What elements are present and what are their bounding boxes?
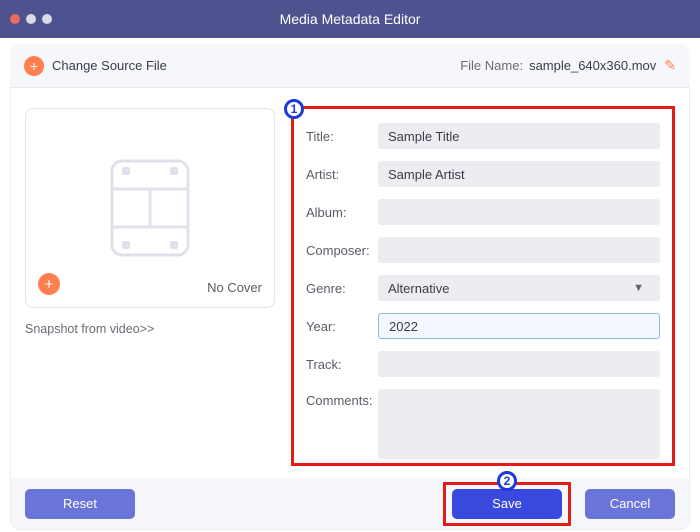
chevron-down-icon: ▼	[633, 282, 644, 294]
change-source-plus-icon[interactable]: +	[24, 56, 44, 76]
cover-placeholder-icon	[100, 153, 200, 263]
cover-art-box[interactable]: + No Cover	[25, 108, 275, 308]
genre-label: Genre:	[306, 281, 378, 296]
maximize-window-icon[interactable]	[42, 14, 52, 24]
composer-label: Composer:	[306, 243, 378, 258]
save-button-highlight: 2 Save	[443, 482, 571, 526]
title-bar: Media Metadata Editor	[0, 0, 700, 38]
content-area: + No Cover Snapshot from video>> 1 Title…	[10, 88, 690, 478]
save-button[interactable]: Save	[452, 489, 562, 519]
track-field[interactable]	[378, 351, 660, 377]
reset-button[interactable]: Reset	[25, 489, 135, 519]
comments-field[interactable]	[378, 389, 660, 459]
year-label: Year:	[306, 319, 378, 334]
album-label: Album:	[306, 205, 378, 220]
cancel-button[interactable]: Cancel	[585, 489, 675, 519]
title-field[interactable]	[378, 123, 660, 149]
metadata-fields-highlight: 1 Title: Artist: Album: Composer: Genre:	[291, 106, 675, 466]
change-source-button[interactable]: Change Source File	[52, 58, 167, 73]
file-name-value: sample_640x360.mov	[529, 58, 656, 73]
artist-field[interactable]	[378, 161, 660, 187]
no-cover-label: No Cover	[207, 280, 262, 295]
callout-1-marker: 1	[284, 99, 304, 119]
minimize-window-icon[interactable]	[26, 14, 36, 24]
window-title: Media Metadata Editor	[280, 11, 421, 27]
title-label: Title:	[306, 129, 378, 144]
comments-label: Comments:	[306, 389, 378, 408]
genre-value: Alternative	[388, 281, 449, 296]
callout-2-marker: 2	[497, 471, 517, 491]
genre-select[interactable]: Alternative ▼	[378, 275, 660, 301]
year-field[interactable]	[378, 313, 660, 339]
metadata-panel: 1 Title: Artist: Album: Composer: Genre:	[291, 88, 689, 478]
window-controls	[10, 14, 52, 24]
close-window-icon[interactable]	[10, 14, 20, 24]
add-cover-icon[interactable]: +	[38, 273, 60, 295]
edit-filename-icon[interactable]: ✎	[664, 57, 676, 74]
footer-bar: Reset 2 Save Cancel	[10, 478, 690, 530]
album-field[interactable]	[378, 199, 660, 225]
toolbar: + Change Source File File Name: sample_6…	[10, 44, 690, 88]
file-name-label: File Name:	[460, 58, 523, 73]
cover-panel: + No Cover Snapshot from video>>	[11, 88, 291, 478]
artist-label: Artist:	[306, 167, 378, 182]
snapshot-from-video-link[interactable]: Snapshot from video>>	[25, 322, 154, 336]
composer-field[interactable]	[378, 237, 660, 263]
track-label: Track:	[306, 357, 378, 372]
